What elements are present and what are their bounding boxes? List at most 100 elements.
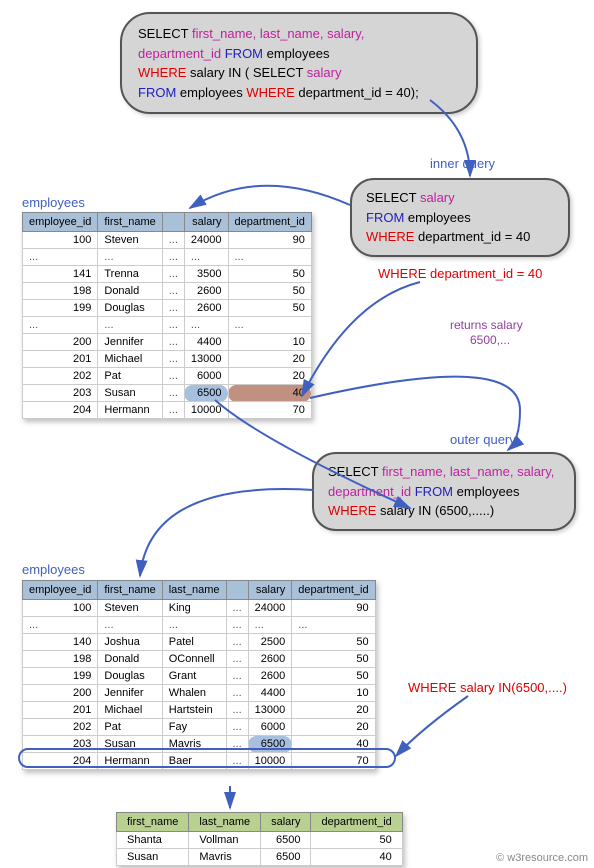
employees-table-1: employee_id first_name salary department… xyxy=(22,212,312,419)
table-cell: 2600 xyxy=(184,283,228,300)
table-cell: ... xyxy=(228,249,311,266)
sql-text: FROM xyxy=(138,85,180,100)
table-cell: ... xyxy=(162,232,184,249)
table-cell: ... xyxy=(184,249,228,266)
table-cell: ... xyxy=(292,617,375,634)
table-cell: 6000 xyxy=(184,368,228,385)
table-cell: ... xyxy=(162,283,184,300)
table-cell: 199 xyxy=(23,668,98,685)
table-cell: 13000 xyxy=(248,702,292,719)
table-cell: 24000 xyxy=(248,600,292,617)
table-cell: 198 xyxy=(23,651,98,668)
table-cell: ... xyxy=(162,300,184,317)
outer-sql-box: SELECT first_name, last_name, salary, de… xyxy=(312,452,576,531)
table-cell: Steven xyxy=(98,232,162,249)
table-cell: ... xyxy=(162,351,184,368)
table-cell: 202 xyxy=(23,719,98,736)
table-cell: 10000 xyxy=(184,402,228,419)
sql-text: salary xyxy=(307,65,342,80)
table-cell: ... xyxy=(162,402,184,419)
col-header: first_name xyxy=(98,581,162,600)
table-cell: Susan xyxy=(98,385,162,402)
table-cell: Fay xyxy=(162,719,226,736)
sql-text: (6500,.....) xyxy=(435,503,494,518)
employees-table-2: employee_id first_name last_name salary … xyxy=(22,580,376,770)
table-cell: Mavris xyxy=(189,849,261,866)
table-cell: 100 xyxy=(23,232,98,249)
table-row: ............... xyxy=(23,249,312,266)
table-cell: Mavris xyxy=(162,736,226,753)
table-cell: Grant xyxy=(162,668,226,685)
table-cell: Susan xyxy=(98,736,162,753)
table-cell: Douglas xyxy=(98,300,162,317)
table-row: 203SusanMavris...650040 xyxy=(23,736,376,753)
table-cell: 40 xyxy=(292,736,375,753)
table-cell: Pat xyxy=(98,719,162,736)
col-header xyxy=(226,581,248,600)
col-header: salary xyxy=(261,813,311,832)
sql-text: SELECT xyxy=(253,65,307,80)
sql-text: employees xyxy=(180,85,246,100)
table-cell: 6500 xyxy=(261,832,311,849)
col-header: department_id xyxy=(228,213,311,232)
col-header: first_name xyxy=(117,813,189,832)
table-cell: 201 xyxy=(23,351,98,368)
sql-text: first_name, last_name, salary, xyxy=(382,464,554,479)
col-header: last_name xyxy=(162,581,226,600)
table-cell: 50 xyxy=(292,634,375,651)
table-row: 203Susan...650040 xyxy=(23,385,312,402)
table-cell: 10 xyxy=(228,334,311,351)
table-cell: ... xyxy=(226,685,248,702)
table-row: 140JoshuaPatel...250050 xyxy=(23,634,376,651)
table-cell: ... xyxy=(226,617,248,634)
table-cell: Trenna xyxy=(98,266,162,283)
table-cell: Hartstein xyxy=(162,702,226,719)
table-cell: ... xyxy=(226,753,248,770)
table-cell: ... xyxy=(226,668,248,685)
table-cell: ... xyxy=(98,249,162,266)
sql-text: department_id = 40 xyxy=(418,229,530,244)
table-cell: 200 xyxy=(23,685,98,702)
sql-text: WHERE xyxy=(138,65,190,80)
table-cell: Donald xyxy=(98,651,162,668)
table-cell: ... xyxy=(184,317,228,334)
table-cell: 203 xyxy=(23,385,98,402)
table-cell: ... xyxy=(162,317,184,334)
table-cell: 140 xyxy=(23,634,98,651)
table-cell: Joshua xyxy=(98,634,162,651)
table-cell: ... xyxy=(248,617,292,634)
table-cell: 90 xyxy=(228,232,311,249)
table-cell: 50 xyxy=(311,832,402,849)
table-cell: ... xyxy=(23,317,98,334)
table-cell: 20 xyxy=(228,351,311,368)
table-cell: 20 xyxy=(292,719,375,736)
watermark: © w3resource.com xyxy=(496,852,588,864)
table-cell: 6500 xyxy=(261,849,311,866)
table-cell: Susan xyxy=(117,849,189,866)
table-cell: 203 xyxy=(23,736,98,753)
table-row: ............... xyxy=(23,317,312,334)
sql-text: FROM xyxy=(415,484,457,499)
table-cell: ... xyxy=(226,736,248,753)
table-cell: 204 xyxy=(23,753,98,770)
table-row: 201MichaelHartstein...1300020 xyxy=(23,702,376,719)
table-cell: 50 xyxy=(228,266,311,283)
result-table: first_name last_name salary department_i… xyxy=(116,812,403,866)
sql-text: department_id xyxy=(138,46,225,61)
table-row: ShantaVollman650050 xyxy=(117,832,403,849)
table-row: 204Hermann...1000070 xyxy=(23,402,312,419)
sql-text: department_id = 40 xyxy=(298,85,410,100)
table-cell: 50 xyxy=(292,651,375,668)
table-cell: Shanta xyxy=(117,832,189,849)
returns-salary-value: 6500,... xyxy=(470,333,510,347)
table-cell: 100 xyxy=(23,600,98,617)
table-cell: Hermann xyxy=(98,753,162,770)
table-cell: OConnell xyxy=(162,651,226,668)
employees-label-1: employees xyxy=(22,195,85,210)
table-cell: 200 xyxy=(23,334,98,351)
col-header: employee_id xyxy=(23,213,98,232)
table-cell: 2600 xyxy=(248,668,292,685)
table-cell: 199 xyxy=(23,300,98,317)
table-cell: 2500 xyxy=(248,634,292,651)
table-cell: ... xyxy=(98,317,162,334)
